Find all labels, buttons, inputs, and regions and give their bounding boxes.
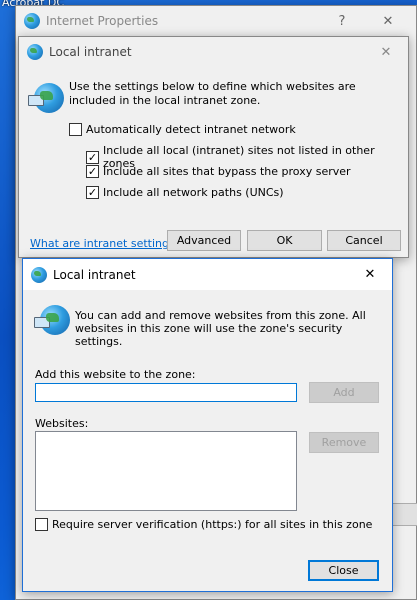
websites-list[interactable] <box>35 431 297 511</box>
advanced-button[interactable]: Advanced <box>167 230 241 251</box>
intranet-globe-icon <box>27 44 43 60</box>
network-globe-icon <box>28 83 64 113</box>
require-https-label: Require server verification (https:) for… <box>52 518 373 531</box>
add-site-input[interactable] <box>35 383 297 402</box>
apply-button-partial[interactable] <box>391 503 417 526</box>
unc-paths-checkbox[interactable]: ✓ <box>86 186 99 199</box>
sites-dialog-titlebar: Local intranet <box>23 259 392 290</box>
close-button[interactable]: Close <box>308 560 379 581</box>
require-https-checkbox[interactable] <box>35 518 48 531</box>
intranet-dialog-title: Local intranet <box>49 45 132 59</box>
unc-paths-label: Include all network paths (UNCs) <box>103 186 284 199</box>
network-globe-icon <box>34 305 70 335</box>
add-button[interactable]: Add <box>309 382 379 403</box>
internet-properties-title: Internet Properties <box>46 14 159 28</box>
close-icon[interactable]: ✕ <box>366 6 410 36</box>
bypass-proxy-checkbox-row[interactable]: ✓ Include all sites that bypass the prox… <box>86 165 351 178</box>
close-icon[interactable]: ✕ <box>348 259 392 289</box>
sites-globe-icon <box>31 266 47 283</box>
internet-globe-icon <box>24 13 40 29</box>
intranet-dialog-titlebar: Local intranet <box>19 37 408 67</box>
add-site-label: Add this website to the zone: <box>35 368 196 381</box>
auto-detect-checkbox[interactable] <box>69 123 82 136</box>
help-button[interactable]: ? <box>320 6 364 36</box>
computer-icon <box>34 317 50 328</box>
intranet-help-link[interactable]: What are intranet settings? <box>30 237 181 250</box>
intranet-description: Use the settings below to define which w… <box>69 80 356 107</box>
intranet-settings-dialog: Local intranet ✕ Use the settings below … <box>18 36 409 258</box>
ok-button[interactable]: OK <box>247 230 322 251</box>
require-https-checkbox-row[interactable]: Require server verification (https:) for… <box>35 518 372 531</box>
computer-icon <box>28 95 44 106</box>
unc-paths-checkbox-row[interactable]: ✓ Include all network paths (UNCs) <box>86 186 284 199</box>
bypass-proxy-label: Include all sites that bypass the proxy … <box>103 165 351 178</box>
cancel-button[interactable]: Cancel <box>327 230 401 251</box>
sites-dialog-title: Local intranet <box>53 267 136 282</box>
websites-label: Websites: <box>35 417 89 430</box>
bypass-proxy-checkbox[interactable]: ✓ <box>86 165 99 178</box>
auto-detect-label: Automatically detect intranet network <box>86 123 296 136</box>
auto-detect-checkbox-row[interactable]: Automatically detect intranet network <box>69 123 296 136</box>
intranet-sites-dialog: Local intranet ✕ You can add and remove … <box>22 258 393 592</box>
remove-button[interactable]: Remove <box>309 432 379 453</box>
sites-description: You can add and remove websites from thi… <box>75 309 366 348</box>
close-icon[interactable]: ✕ <box>364 37 408 67</box>
include-local-checkbox[interactable]: ✓ <box>86 150 99 164</box>
